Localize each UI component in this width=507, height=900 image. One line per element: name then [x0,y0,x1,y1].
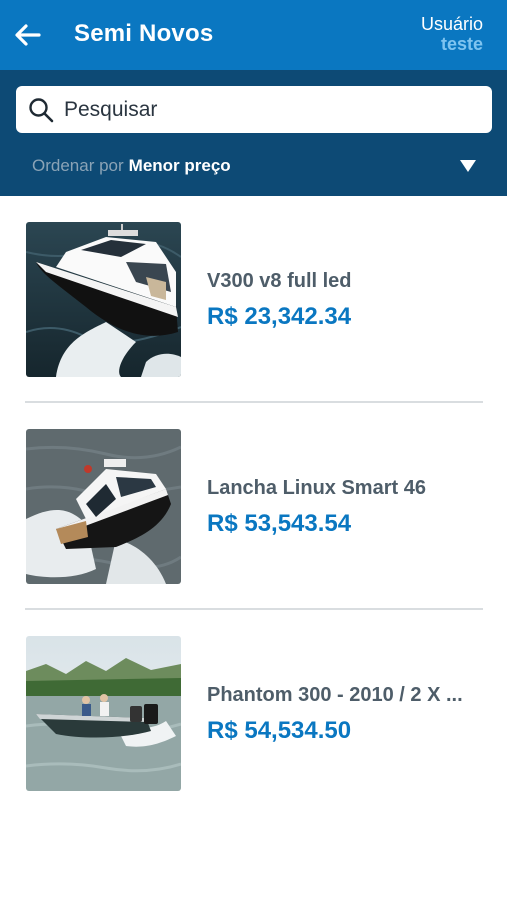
user-info[interactable]: Usuário teste [421,14,483,54]
back-button[interactable] [10,18,44,52]
item-price: R$ 54,534.50 [207,717,352,744]
search-input[interactable] [64,86,474,133]
item-title: Phantom 300 - 2010 / 2 X ... [207,684,463,706]
fishing-boat-photo [26,636,181,791]
caret-down-icon [460,160,476,172]
sort-value: Menor preço [128,156,231,175]
sort-label: Ordenar por [32,156,124,175]
item-price: R$ 23,342.34 [207,303,352,330]
list-item[interactable]: V300 v8 full led R$ 23,342.34 [25,196,483,403]
list-item[interactable]: Lancha Linux Smart 46 R$ 53,543.54 [25,403,483,610]
list-item[interactable]: Phantom 300 - 2010 / 2 X ... R$ 54,534.5… [25,610,483,817]
yacht-photo [26,222,181,377]
item-price: R$ 53,543.54 [207,510,352,537]
arrow-left-icon [15,24,41,46]
user-name: teste [440,34,483,54]
search-icon [29,98,54,123]
sort-dropdown[interactable]: Ordenar por Menor preço [32,154,482,178]
page-title: Semi Novos [74,20,214,47]
user-label: Usuário [420,14,483,34]
search-box[interactable] [16,86,492,133]
item-title: Lancha Linux Smart 46 [207,477,426,499]
app-bar: Semi Novos Usuário teste [0,0,507,70]
speedboat-photo [26,429,181,584]
search-panel: Ordenar por Menor preço [0,70,507,196]
item-title: V300 v8 full led [207,270,352,292]
